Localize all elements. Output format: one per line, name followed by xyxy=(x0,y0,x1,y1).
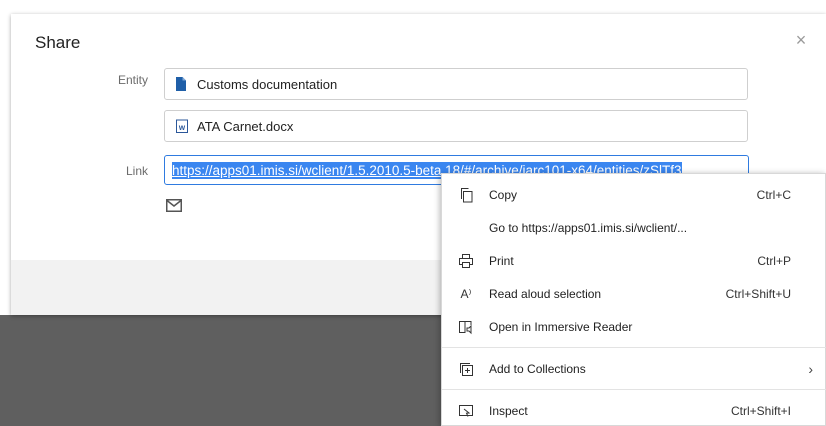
menu-item-shortcut: Ctrl+C xyxy=(756,188,791,202)
menu-item-label: Read aloud selection xyxy=(489,287,602,301)
menu-item-shortcut: Ctrl+Shift+U xyxy=(725,287,791,301)
immersive-reader-icon xyxy=(458,319,474,335)
file-field: w ATA Carnet.docx xyxy=(164,110,748,142)
dialog-title: Share xyxy=(35,33,81,52)
document-icon xyxy=(175,77,189,91)
mail-icon[interactable] xyxy=(166,199,182,212)
menu-item-add-to-collections[interactable]: Add to Collections › xyxy=(442,353,826,385)
copy-icon xyxy=(458,187,474,203)
menu-separator xyxy=(442,347,826,348)
menu-item-inspect[interactable]: Inspect Ctrl+Shift+I xyxy=(442,395,826,426)
close-button[interactable]: × xyxy=(794,31,808,49)
menu-item-read-aloud[interactable]: A⁾ Read aloud selection Ctrl+Shift+U xyxy=(442,278,826,310)
menu-item-label: Go to https://apps01.imis.si/wclient/... xyxy=(489,221,688,235)
entity-value: Customs documentation xyxy=(197,76,338,92)
menu-item-label: Inspect xyxy=(489,404,528,418)
menu-item-label: Copy xyxy=(489,188,518,202)
menu-item-print[interactable]: Print Ctrl+P xyxy=(442,245,826,277)
menu-separator xyxy=(442,389,826,390)
print-icon xyxy=(458,253,474,269)
menu-item-immersive-reader[interactable]: Open in Immersive Reader xyxy=(442,311,826,343)
menu-item-shortcut: Ctrl+Shift+I xyxy=(730,404,791,418)
word-file-icon: w xyxy=(175,119,189,133)
link-label: Link xyxy=(125,164,148,178)
menu-item-shortcut: Ctrl+P xyxy=(757,254,791,268)
file-value: ATA Carnet.docx xyxy=(197,118,294,134)
chevron-right-icon: › xyxy=(808,361,813,377)
context-menu: Copy Ctrl+C Go to https://apps01.imis.si… xyxy=(441,173,826,426)
collections-icon xyxy=(458,361,474,377)
menu-item-label: Add to Collections xyxy=(489,362,586,376)
read-aloud-icon: A⁾ xyxy=(460,287,472,301)
menu-item-copy[interactable]: Copy Ctrl+C xyxy=(442,179,826,211)
menu-item-go-to-link[interactable]: Go to https://apps01.imis.si/wclient/... xyxy=(442,212,826,244)
svg-text:w: w xyxy=(178,123,186,132)
inspect-icon xyxy=(458,403,474,419)
entity-label: Entity xyxy=(117,73,148,87)
menu-item-label: Open in Immersive Reader xyxy=(489,320,633,334)
entity-field: Customs documentation xyxy=(164,68,748,100)
menu-item-label: Print xyxy=(489,254,514,268)
